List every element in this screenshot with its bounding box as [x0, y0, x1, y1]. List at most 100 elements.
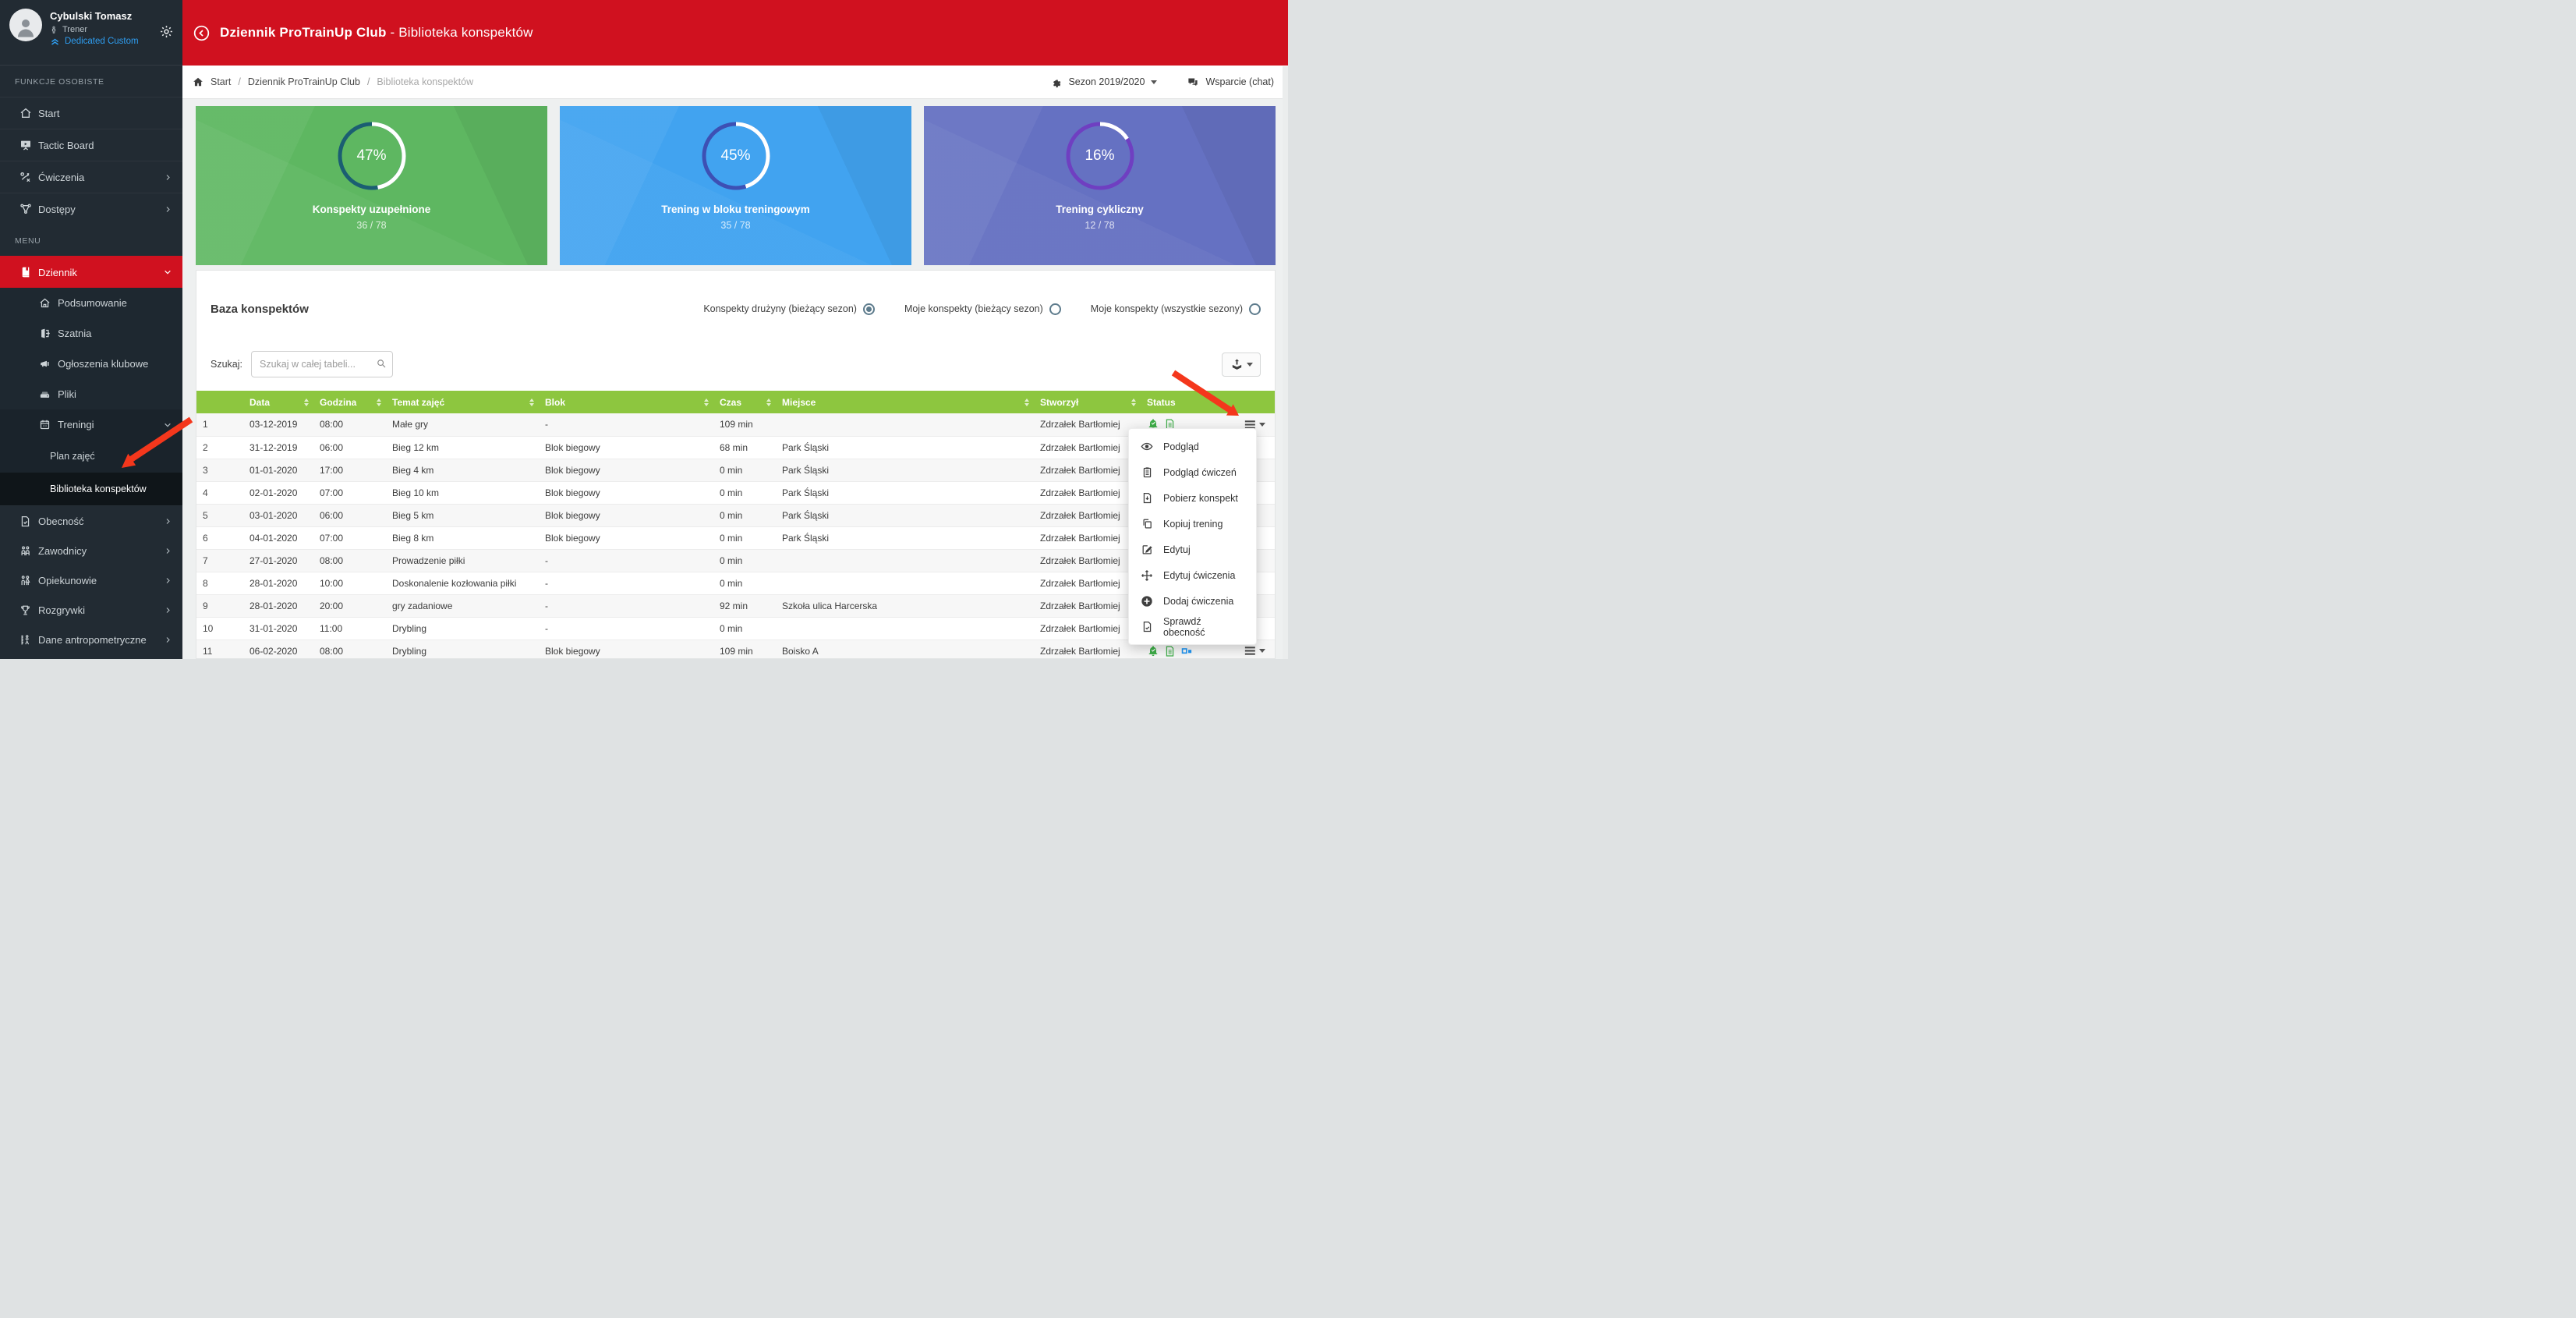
menu-item-dodaj-cwiczenia[interactable]: Dodaj ćwiczenia	[1129, 588, 1256, 614]
col-czas[interactable]: Czas	[713, 391, 776, 413]
radio-my-season[interactable]: Moje konspekty (bieżący sezon)	[904, 303, 1061, 315]
table-row[interactable]: 1106-02-202008:00DryblingBlok biegowy109…	[196, 640, 1275, 659]
treningi-group: Treningi Plan zajęć Biblioteka konspektó…	[0, 409, 182, 506]
sidebar-item-dziennik[interactable]: Dziennik	[0, 256, 182, 288]
col-temat[interactable]: Temat zajęć	[386, 391, 539, 413]
table-cell: Bieg 12 km	[386, 436, 539, 459]
sort-icons[interactable]	[529, 399, 534, 406]
chevron-right-icon	[165, 206, 172, 213]
sidebar-item-plan-zajec[interactable]: Plan zajęć	[0, 440, 182, 473]
table-cell: 68 min	[713, 436, 776, 459]
card-ratio: 36 / 78	[196, 220, 547, 231]
files-drive-icon	[37, 388, 52, 400]
attendance-check-icon	[1141, 621, 1153, 632]
table-row[interactable]: 103-12-201908:00Małe gry-109 minZdrzałek…	[196, 413, 1275, 436]
sidebar-item-tactic-board[interactable]: Tactic Board	[0, 129, 182, 161]
radio-icon[interactable]	[1249, 303, 1261, 315]
sidebar-item-biblioteka-konspektow[interactable]: Biblioteka konspektów	[0, 473, 182, 505]
stat-card-konspekty: 47% Konspekty uzupełnione 36 / 78	[196, 106, 547, 265]
radio-icon[interactable]	[1049, 303, 1061, 315]
table-row[interactable]: 604-01-202007:00Bieg 8 kmBlok biegowy0 m…	[196, 526, 1275, 549]
sidebar-item-obecnosc[interactable]: Obecność	[0, 506, 182, 536]
table-cell: Park Śląski	[776, 436, 1034, 459]
person-icon	[50, 25, 58, 34]
table-row[interactable]: 231-12-201906:00Bieg 12 kmBlok biegowy68…	[196, 436, 1275, 459]
search-icon	[376, 358, 387, 369]
table-row[interactable]: 727-01-202008:00Prowadzenie piłki-0 minZ…	[196, 549, 1275, 572]
sort-icons[interactable]	[377, 399, 381, 406]
filter-radios: Konspekty drużyny (bieżący sezon) Moje k…	[703, 303, 1261, 315]
row-actions-button[interactable]	[1244, 646, 1265, 656]
col-stworzyl[interactable]: Stworzył	[1034, 391, 1141, 413]
sidebar-item-ogloszenia[interactable]: Ogłoszenia klubowe	[0, 349, 182, 379]
profile-settings-gear-icon[interactable]	[160, 25, 173, 38]
support-chat-link[interactable]: Wsparcie (chat)	[1187, 76, 1274, 88]
sidebar-item-treningi[interactable]: Treningi	[0, 409, 182, 440]
chevron-down-icon	[1259, 649, 1265, 653]
table-cell: Bieg 5 km	[386, 504, 539, 526]
home-icon[interactable]	[193, 76, 203, 87]
sidebar: Cybulski Tomasz Trener Dedicated Custom …	[0, 0, 182, 659]
breadcrumb-item[interactable]: Start	[211, 76, 231, 87]
table-row[interactable]: 928-01-202020:00gry zadaniowe-92 minSzko…	[196, 594, 1275, 617]
col-miejsce[interactable]: Miejsce	[776, 391, 1034, 413]
table-cell: 0 min	[713, 617, 776, 640]
sort-icons[interactable]	[704, 399, 709, 406]
col-index[interactable]	[196, 391, 243, 413]
sidebar-item-dostepy[interactable]: Dostępy	[0, 193, 182, 225]
user-profile[interactable]: Cybulski Tomasz Trener Dedicated Custom	[0, 0, 182, 66]
menu-item-sprawdz-obecnosc[interactable]: Sprawdź obecność	[1129, 614, 1256, 640]
sidebar-item-opiekunowie[interactable]: Opiekunowie	[0, 565, 182, 595]
sidebar-item-cwiczenia[interactable]: Ćwiczenia	[0, 161, 182, 193]
sort-icons[interactable]	[1131, 399, 1136, 406]
table-row[interactable]: 1031-01-202011:00Drybling-0 minZdrzałek …	[196, 617, 1275, 640]
table-row[interactable]: 828-01-202010:00Doskonalenie kozłowania …	[196, 572, 1275, 594]
sort-icons[interactable]	[304, 399, 309, 406]
sidebar-item-start[interactable]: Start	[0, 97, 182, 129]
table-cell: 01-01-2020	[243, 459, 313, 481]
sidebar-item-szatnia[interactable]: Szatnia	[0, 318, 182, 349]
table-row[interactable]: 301-01-202017:00Bieg 4 kmBlok biegowy0 m…	[196, 459, 1275, 481]
col-status[interactable]: Status	[1141, 391, 1275, 413]
radio-selected-icon[interactable]	[863, 303, 875, 315]
menu-item-kopiuj-trening[interactable]: Kopiuj trening	[1129, 511, 1256, 537]
page-scrollbar[interactable]	[1283, 66, 1288, 659]
search-input[interactable]	[251, 351, 393, 377]
journal-book-icon	[18, 266, 33, 278]
sidebar-item-podsumowanie[interactable]: Podsumowanie	[0, 288, 182, 318]
sidebar-item-pliki[interactable]: Pliki	[0, 379, 182, 409]
app-window: Cybulski Tomasz Trener Dedicated Custom …	[0, 0, 1288, 659]
menu-item-edytuj[interactable]: Edytuj	[1129, 537, 1256, 562]
table-row[interactable]: 402-01-202007:00Bieg 10 kmBlok biegowy0 …	[196, 481, 1275, 504]
table-cell: -	[539, 549, 713, 572]
menu-item-podglad[interactable]: Podgląd	[1129, 434, 1256, 459]
menu-item-pobierz-konspekt[interactable]: Pobierz konspekt	[1129, 485, 1256, 511]
table-cell: 6	[196, 526, 243, 549]
sidebar-item-dane-antropometryczne[interactable]: Dane antropometryczne	[0, 625, 182, 654]
col-godzina[interactable]: Godzina	[313, 391, 386, 413]
col-data[interactable]: Data	[243, 391, 313, 413]
locker-room-door-icon	[37, 328, 52, 339]
table-cell: 4	[196, 481, 243, 504]
menu-item-podglad-cwiczen[interactable]: Podgląd ćwiczeń	[1129, 459, 1256, 485]
calendar-icon	[37, 419, 52, 430]
table-cell: 03-12-2019	[243, 413, 313, 436]
radio-team-season[interactable]: Konspekty drużyny (bieżący sezon)	[703, 303, 875, 315]
sidebar-item-zawodnicy[interactable]: Zawodnicy	[0, 536, 182, 565]
col-blok[interactable]: Blok	[539, 391, 713, 413]
season-label: Sezon 2019/2020	[1068, 76, 1145, 87]
back-button[interactable]	[193, 24, 211, 42]
blocks-icon	[1180, 645, 1194, 657]
breadcrumb-item-current: Biblioteka konspektów	[377, 76, 473, 87]
sort-icons[interactable]	[1024, 399, 1029, 406]
breadcrumb-item[interactable]: Dziennik ProTrainUp Club	[248, 76, 360, 87]
user-plan[interactable]: Dedicated Custom	[50, 37, 139, 46]
menu-item-edytuj-cwiczenia[interactable]: Edytuj ćwiczenia	[1129, 562, 1256, 588]
table-cell: 08:00	[313, 640, 386, 659]
radio-my-all[interactable]: Moje konspekty (wszystkie sezony)	[1091, 303, 1261, 315]
export-button[interactable]	[1222, 353, 1261, 377]
sidebar-item-rozgrywki[interactable]: Rozgrywki	[0, 595, 182, 625]
sort-icons[interactable]	[766, 399, 771, 406]
table-row[interactable]: 503-01-202006:00Bieg 5 kmBlok biegowy0 m…	[196, 504, 1275, 526]
season-selector[interactable]: Sezon 2019/2020	[1050, 76, 1157, 88]
